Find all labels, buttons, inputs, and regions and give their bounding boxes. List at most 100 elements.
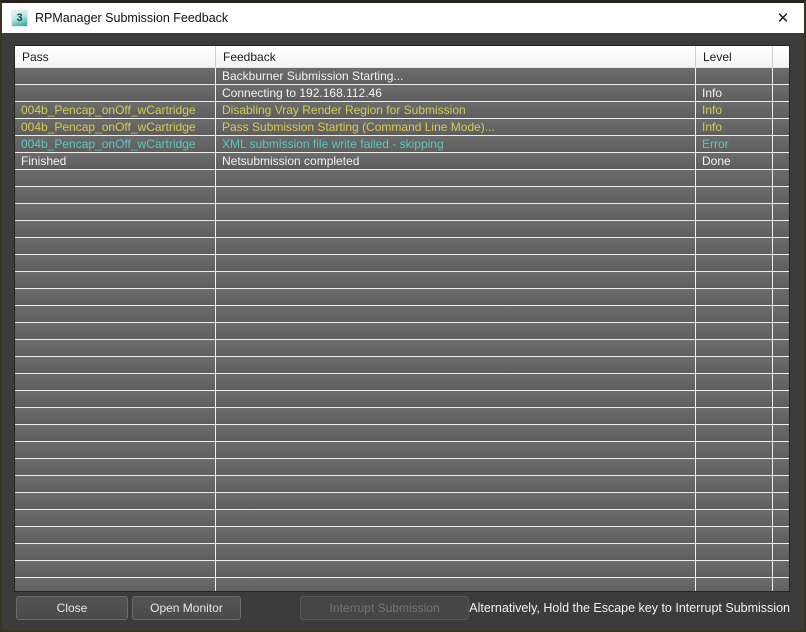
table-row[interactable] [15, 221, 789, 238]
cell-pass [15, 391, 216, 407]
cell-pass [15, 306, 216, 322]
cell-extra [773, 493, 789, 509]
cell-extra [773, 425, 789, 441]
table-body: Backburner Submission Starting... Connec… [15, 68, 789, 591]
cell-feedback [216, 561, 696, 577]
table-row[interactable]: 004b_Pencap_onOff_wCartridge Pass Submis… [15, 119, 789, 136]
cell-level [696, 493, 773, 509]
cell-feedback [216, 306, 696, 322]
cell-pass: Finished [15, 153, 216, 169]
table-row[interactable] [15, 187, 789, 204]
3dsmax-app-icon: 3 [12, 11, 27, 26]
cell-extra [773, 170, 789, 186]
cell-extra [773, 306, 789, 322]
cell-pass: 004b_Pencap_onOff_wCartridge [15, 136, 216, 152]
title-bar: 3 RPManager Submission Feedback ✕ [2, 3, 804, 33]
cell-pass [15, 442, 216, 458]
table-row[interactable] [15, 323, 789, 340]
cell-pass [15, 374, 216, 390]
cell-feedback [216, 238, 696, 254]
cell-level [696, 391, 773, 407]
interrupt-submission-button[interactable]: Interrupt Submission [300, 596, 469, 620]
cell-feedback [216, 391, 696, 407]
table-row[interactable] [15, 493, 789, 510]
table-row[interactable] [15, 204, 789, 221]
cell-extra [773, 578, 789, 591]
cell-pass [15, 510, 216, 526]
cell-level [696, 544, 773, 560]
cell-extra [773, 510, 789, 526]
table-row[interactable] [15, 340, 789, 357]
cell-extra [773, 102, 789, 118]
cell-extra [773, 255, 789, 271]
table-row[interactable] [15, 289, 789, 306]
cell-level [696, 204, 773, 220]
cell-level [696, 578, 773, 591]
column-header-level[interactable]: Level [696, 46, 773, 67]
table-row[interactable] [15, 272, 789, 289]
table-row[interactable]: 004b_Pencap_onOff_wCartridge XML submiss… [15, 136, 789, 153]
table-row[interactable] [15, 527, 789, 544]
cell-pass [15, 527, 216, 543]
cell-pass [15, 187, 216, 203]
cell-pass [15, 544, 216, 560]
table-row[interactable] [15, 357, 789, 374]
cell-level [696, 374, 773, 390]
table-row[interactable]: 004b_Pencap_onOff_wCartridge Disabling V… [15, 102, 789, 119]
cell-level: Done [696, 153, 773, 169]
cell-pass [15, 340, 216, 356]
close-window-icon[interactable]: ✕ [762, 3, 804, 33]
column-header-extra [773, 46, 789, 67]
cell-level [696, 357, 773, 373]
table-row[interactable] [15, 408, 789, 425]
cell-pass: 004b_Pencap_onOff_wCartridge [15, 102, 216, 118]
table-row[interactable]: Connecting to 192.168.112.46 Info [15, 85, 789, 102]
cell-pass [15, 85, 216, 101]
cell-level [696, 272, 773, 288]
table-row[interactable] [15, 459, 789, 476]
table-header: Pass Feedback Level [15, 46, 789, 68]
table-row[interactable] [15, 391, 789, 408]
cell-pass [15, 476, 216, 492]
cell-pass [15, 459, 216, 475]
table-row[interactable]: Backburner Submission Starting... [15, 68, 789, 85]
table-row[interactable] [15, 238, 789, 255]
cell-feedback [216, 289, 696, 305]
column-header-feedback[interactable]: Feedback [216, 46, 696, 67]
cell-feedback [216, 204, 696, 220]
table-row[interactable] [15, 442, 789, 459]
cell-pass [15, 255, 216, 271]
cell-pass [15, 357, 216, 373]
cell-level [696, 68, 773, 84]
window-title: RPManager Submission Feedback [35, 11, 228, 25]
cell-extra [773, 136, 789, 152]
table-row[interactable] [15, 425, 789, 442]
cell-extra [773, 289, 789, 305]
table-row[interactable] [15, 306, 789, 323]
close-button[interactable]: Close [16, 596, 128, 620]
table-row[interactable] [15, 170, 789, 187]
table-row[interactable] [15, 544, 789, 561]
cell-feedback [216, 323, 696, 339]
cell-extra [773, 221, 789, 237]
cell-level: Info [696, 85, 773, 101]
cell-feedback [216, 340, 696, 356]
cell-level [696, 425, 773, 441]
column-header-pass[interactable]: Pass [15, 46, 216, 67]
table-row[interactable] [15, 255, 789, 272]
table-row[interactable] [15, 476, 789, 493]
open-monitor-button[interactable]: Open Monitor [132, 596, 241, 620]
cell-feedback [216, 170, 696, 186]
cell-level [696, 340, 773, 356]
cell-feedback [216, 357, 696, 373]
cell-feedback [216, 425, 696, 441]
cell-extra [773, 204, 789, 220]
table-row[interactable] [15, 561, 789, 578]
table-row[interactable] [15, 578, 789, 591]
cell-feedback [216, 255, 696, 271]
table-row[interactable]: Finished Netsubmission completed Done [15, 153, 789, 170]
cell-feedback: Disabling Vray Render Region for Submiss… [216, 102, 696, 118]
table-row[interactable] [15, 510, 789, 527]
cell-feedback [216, 510, 696, 526]
table-row[interactable] [15, 374, 789, 391]
